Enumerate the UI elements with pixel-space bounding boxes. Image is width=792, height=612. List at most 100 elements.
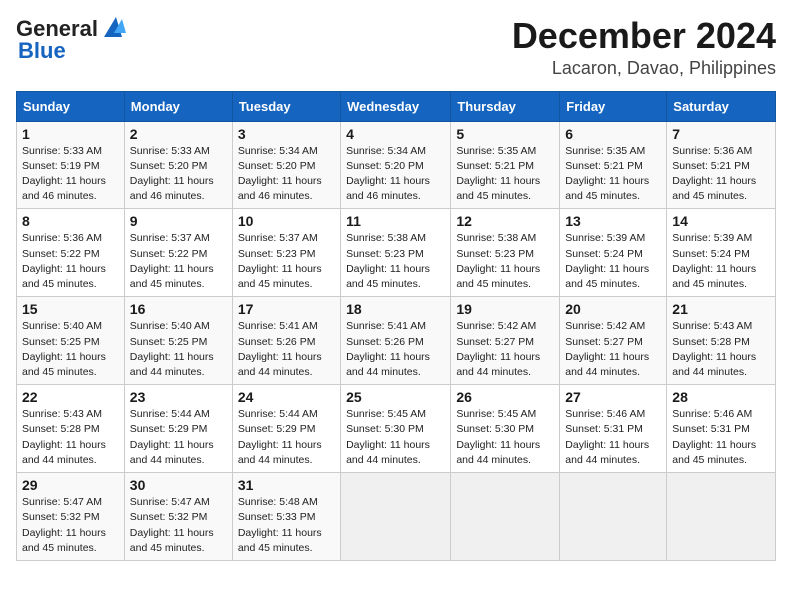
calendar-cell: 27 Sunrise: 5:46 AMSunset: 5:31 PMDayligh… bbox=[560, 385, 667, 473]
day-info: Sunrise: 5:34 AMSunset: 5:20 PMDaylight:… bbox=[346, 144, 445, 205]
day-number: 26 bbox=[456, 389, 554, 405]
calendar-cell: 17 Sunrise: 5:41 AMSunset: 5:26 PMDayligh… bbox=[232, 297, 340, 385]
calendar-week-row: 1 Sunrise: 5:33 AMSunset: 5:19 PMDaylight… bbox=[17, 121, 776, 209]
day-number: 5 bbox=[456, 126, 554, 142]
header-cell-wednesday: Wednesday bbox=[341, 91, 451, 121]
day-info: Sunrise: 5:37 AMSunset: 5:23 PMDaylight:… bbox=[238, 231, 335, 292]
month-title: December 2024 bbox=[512, 16, 776, 56]
day-info: Sunrise: 5:38 AMSunset: 5:23 PMDaylight:… bbox=[456, 231, 554, 292]
day-info: Sunrise: 5:39 AMSunset: 5:24 PMDaylight:… bbox=[672, 231, 770, 292]
calendar-cell: 3 Sunrise: 5:34 AMSunset: 5:20 PMDaylight… bbox=[232, 121, 340, 209]
day-number: 3 bbox=[238, 126, 335, 142]
location-title: Lacaron, Davao, Philippines bbox=[512, 58, 776, 79]
day-info: Sunrise: 5:47 AMSunset: 5:32 PMDaylight:… bbox=[130, 495, 227, 556]
day-info: Sunrise: 5:33 AMSunset: 5:19 PMDaylight:… bbox=[22, 144, 119, 205]
day-info: Sunrise: 5:35 AMSunset: 5:21 PMDaylight:… bbox=[565, 144, 661, 205]
day-info: Sunrise: 5:42 AMSunset: 5:27 PMDaylight:… bbox=[456, 319, 554, 380]
calendar-cell: 12 Sunrise: 5:38 AMSunset: 5:23 PMDayligh… bbox=[451, 209, 560, 297]
day-info: Sunrise: 5:43 AMSunset: 5:28 PMDaylight:… bbox=[672, 319, 770, 380]
day-info: Sunrise: 5:47 AMSunset: 5:32 PMDaylight:… bbox=[22, 495, 119, 556]
day-info: Sunrise: 5:43 AMSunset: 5:28 PMDaylight:… bbox=[22, 407, 119, 468]
day-number: 17 bbox=[238, 301, 335, 317]
page-header: General Blue December 2024 Lacaron, Dava… bbox=[16, 16, 776, 79]
day-info: Sunrise: 5:48 AMSunset: 5:33 PMDaylight:… bbox=[238, 495, 335, 556]
day-number: 8 bbox=[22, 213, 119, 229]
calendar-cell: 20Sunrise: 5:42 AMSunset: 5:27 PMDayligh… bbox=[560, 297, 667, 385]
logo: General Blue bbox=[16, 16, 128, 64]
day-info: Sunrise: 5:41 AMSunset: 5:26 PMDaylight:… bbox=[238, 319, 335, 380]
day-number: 21 bbox=[672, 301, 770, 317]
calendar-cell: 10 Sunrise: 5:37 AMSunset: 5:23 PMDayligh… bbox=[232, 209, 340, 297]
day-info: Sunrise: 5:42 AMSunset: 5:27 PMDaylight:… bbox=[565, 319, 661, 380]
calendar-week-row: 15 Sunrise: 5:40 AMSunset: 5:25 PMDayligh… bbox=[17, 297, 776, 385]
day-info: Sunrise: 5:40 AMSunset: 5:25 PMDaylight:… bbox=[22, 319, 119, 380]
calendar-cell: 13 Sunrise: 5:39 AMSunset: 5:24 PMDayligh… bbox=[560, 209, 667, 297]
title-section: December 2024 Lacaron, Davao, Philippine… bbox=[512, 16, 776, 79]
calendar-cell: 22 Sunrise: 5:43 AMSunset: 5:28 PMDayligh… bbox=[17, 385, 125, 473]
header-cell-tuesday: Tuesday bbox=[232, 91, 340, 121]
calendar-header: SundayMondayTuesdayWednesdayThursdayFrid… bbox=[17, 91, 776, 121]
day-number: 31 bbox=[238, 477, 335, 493]
day-info: Sunrise: 5:38 AMSunset: 5:23 PMDaylight:… bbox=[346, 231, 445, 292]
day-number: 11 bbox=[346, 213, 445, 229]
day-number: 1 bbox=[22, 126, 119, 142]
calendar-table: SundayMondayTuesdayWednesdayThursdayFrid… bbox=[16, 91, 776, 561]
day-info: Sunrise: 5:37 AMSunset: 5:22 PMDaylight:… bbox=[130, 231, 227, 292]
day-info: Sunrise: 5:39 AMSunset: 5:24 PMDaylight:… bbox=[565, 231, 661, 292]
day-number: 30 bbox=[130, 477, 227, 493]
day-info: Sunrise: 5:34 AMSunset: 5:20 PMDaylight:… bbox=[238, 144, 335, 205]
calendar-cell: 8 Sunrise: 5:36 AMSunset: 5:22 PMDaylight… bbox=[17, 209, 125, 297]
day-number: 22 bbox=[22, 389, 119, 405]
day-number: 6 bbox=[565, 126, 661, 142]
calendar-cell: 2Sunrise: 5:33 AMSunset: 5:20 PMDaylight… bbox=[124, 121, 232, 209]
calendar-cell bbox=[341, 473, 451, 561]
calendar-cell bbox=[560, 473, 667, 561]
day-info: Sunrise: 5:36 AMSunset: 5:21 PMDaylight:… bbox=[672, 144, 770, 205]
calendar-cell: 18 Sunrise: 5:41 AMSunset: 5:26 PMDayligh… bbox=[341, 297, 451, 385]
day-number: 14 bbox=[672, 213, 770, 229]
calendar-body: 1 Sunrise: 5:33 AMSunset: 5:19 PMDaylight… bbox=[17, 121, 776, 560]
day-info: Sunrise: 5:45 AMSunset: 5:30 PMDaylight:… bbox=[346, 407, 445, 468]
day-number: 2 bbox=[130, 126, 227, 142]
calendar-week-row: 22 Sunrise: 5:43 AMSunset: 5:28 PMDayligh… bbox=[17, 385, 776, 473]
day-info: Sunrise: 5:36 AMSunset: 5:22 PMDaylight:… bbox=[22, 231, 119, 292]
day-number: 28 bbox=[672, 389, 770, 405]
header-row: SundayMondayTuesdayWednesdayThursdayFrid… bbox=[17, 91, 776, 121]
day-number: 15 bbox=[22, 301, 119, 317]
day-number: 29 bbox=[22, 477, 119, 493]
day-number: 23 bbox=[130, 389, 227, 405]
day-info: Sunrise: 5:40 AMSunset: 5:25 PMDaylight:… bbox=[130, 319, 227, 380]
day-number: 18 bbox=[346, 301, 445, 317]
calendar-cell: 1 Sunrise: 5:33 AMSunset: 5:19 PMDaylight… bbox=[17, 121, 125, 209]
calendar-week-row: 8 Sunrise: 5:36 AMSunset: 5:22 PMDaylight… bbox=[17, 209, 776, 297]
day-number: 19 bbox=[456, 301, 554, 317]
calendar-cell: 14 Sunrise: 5:39 AMSunset: 5:24 PMDayligh… bbox=[667, 209, 776, 297]
calendar-cell: 26Sunrise: 5:45 AMSunset: 5:30 PMDayligh… bbox=[451, 385, 560, 473]
calendar-cell: 5 Sunrise: 5:35 AMSunset: 5:21 PMDaylight… bbox=[451, 121, 560, 209]
day-number: 10 bbox=[238, 213, 335, 229]
calendar-cell: 15 Sunrise: 5:40 AMSunset: 5:25 PMDayligh… bbox=[17, 297, 125, 385]
day-info: Sunrise: 5:44 AMSunset: 5:29 PMDaylight:… bbox=[130, 407, 227, 468]
logo-icon bbox=[100, 13, 128, 41]
day-number: 27 bbox=[565, 389, 661, 405]
day-info: Sunrise: 5:35 AMSunset: 5:21 PMDaylight:… bbox=[456, 144, 554, 205]
calendar-cell bbox=[667, 473, 776, 561]
day-info: Sunrise: 5:46 AMSunset: 5:31 PMDaylight:… bbox=[672, 407, 770, 468]
header-cell-monday: Monday bbox=[124, 91, 232, 121]
day-number: 7 bbox=[672, 126, 770, 142]
day-number: 16 bbox=[130, 301, 227, 317]
calendar-cell: 16 Sunrise: 5:40 AMSunset: 5:25 PMDayligh… bbox=[124, 297, 232, 385]
calendar-cell: 6 Sunrise: 5:35 AMSunset: 5:21 PMDaylight… bbox=[560, 121, 667, 209]
day-number: 25 bbox=[346, 389, 445, 405]
header-cell-saturday: Saturday bbox=[667, 91, 776, 121]
day-info: Sunrise: 5:41 AMSunset: 5:26 PMDaylight:… bbox=[346, 319, 445, 380]
day-number: 4 bbox=[346, 126, 445, 142]
day-number: 13 bbox=[565, 213, 661, 229]
calendar-cell: 7 Sunrise: 5:36 AMSunset: 5:21 PMDaylight… bbox=[667, 121, 776, 209]
day-number: 12 bbox=[456, 213, 554, 229]
calendar-cell: 4 Sunrise: 5:34 AMSunset: 5:20 PMDaylight… bbox=[341, 121, 451, 209]
header-cell-thursday: Thursday bbox=[451, 91, 560, 121]
calendar-cell: 9Sunrise: 5:37 AMSunset: 5:22 PMDaylight… bbox=[124, 209, 232, 297]
calendar-cell: 31 Sunrise: 5:48 AMSunset: 5:33 PMDayligh… bbox=[232, 473, 340, 561]
day-info: Sunrise: 5:46 AMSunset: 5:31 PMDaylight:… bbox=[565, 407, 661, 468]
